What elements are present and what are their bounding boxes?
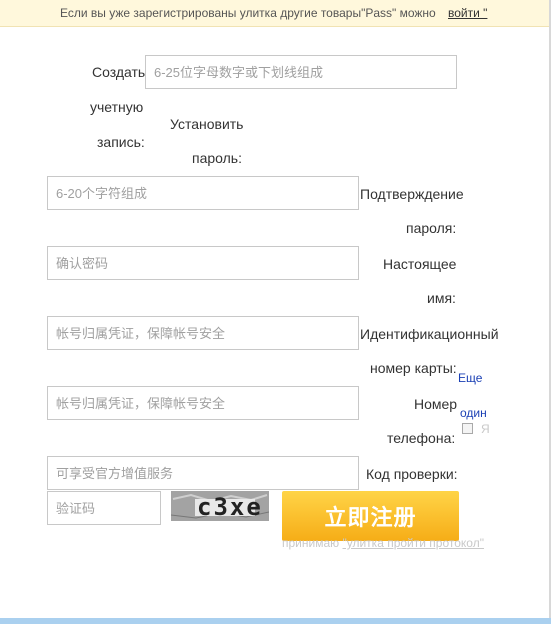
set-password-label-line1: Установить — [170, 116, 244, 132]
agree-text: принимаю "улитка пройти протокол" — [282, 536, 484, 550]
register-button[interactable]: 立即注册 — [282, 491, 459, 541]
set-password-label-line2: пароль: — [192, 150, 242, 166]
real-name-label-line2: имя: — [427, 290, 456, 306]
agree-checkbox[interactable] — [462, 423, 473, 434]
agree-prefix-text: Я — [481, 422, 490, 436]
phone-label-line2: телефона: — [387, 430, 456, 446]
captcha-image[interactable]: c3xe — [171, 491, 269, 521]
confirm-password-input[interactable] — [47, 246, 359, 280]
id-card-input[interactable] — [47, 386, 359, 420]
password-input[interactable] — [47, 176, 359, 210]
create-account-label-line1: Создать — [92, 64, 146, 80]
phone-label-line1: Номер — [414, 396, 458, 412]
login-prompt-bar: Если вы уже зарегистрированы улитка друг… — [0, 0, 549, 27]
captcha-text: c3xe — [197, 493, 263, 521]
another-link-line2[interactable]: один — [460, 406, 487, 420]
login-prompt-text: Если вы уже зарегистрированы улитка друг… — [60, 6, 436, 20]
agree-protocol-link[interactable]: "улитка пройти протокол" — [342, 536, 483, 550]
create-account-label-line2: учетную — [90, 99, 144, 115]
id-card-label-line2: номер карты: — [370, 360, 457, 376]
verification-code-input[interactable] — [47, 491, 161, 525]
another-link-line1[interactable]: Еще — [458, 371, 482, 385]
username-input[interactable] — [145, 55, 457, 89]
agree-text-label: принимаю — [282, 536, 340, 550]
confirm-password-label-line2: пароля: — [406, 220, 457, 236]
phone-input[interactable] — [47, 456, 359, 490]
create-account-label-line3: запись: — [97, 134, 145, 150]
id-card-label-line1: Идентификационный — [360, 326, 499, 342]
confirm-password-label-line1: Подтверждение — [360, 186, 464, 202]
real-name-input[interactable] — [47, 316, 359, 350]
bottom-bar — [0, 618, 551, 624]
code-label: Код проверки: — [366, 466, 458, 482]
login-link[interactable]: войти " — [448, 0, 487, 26]
real-name-label-line1: Настоящее — [383, 256, 457, 272]
